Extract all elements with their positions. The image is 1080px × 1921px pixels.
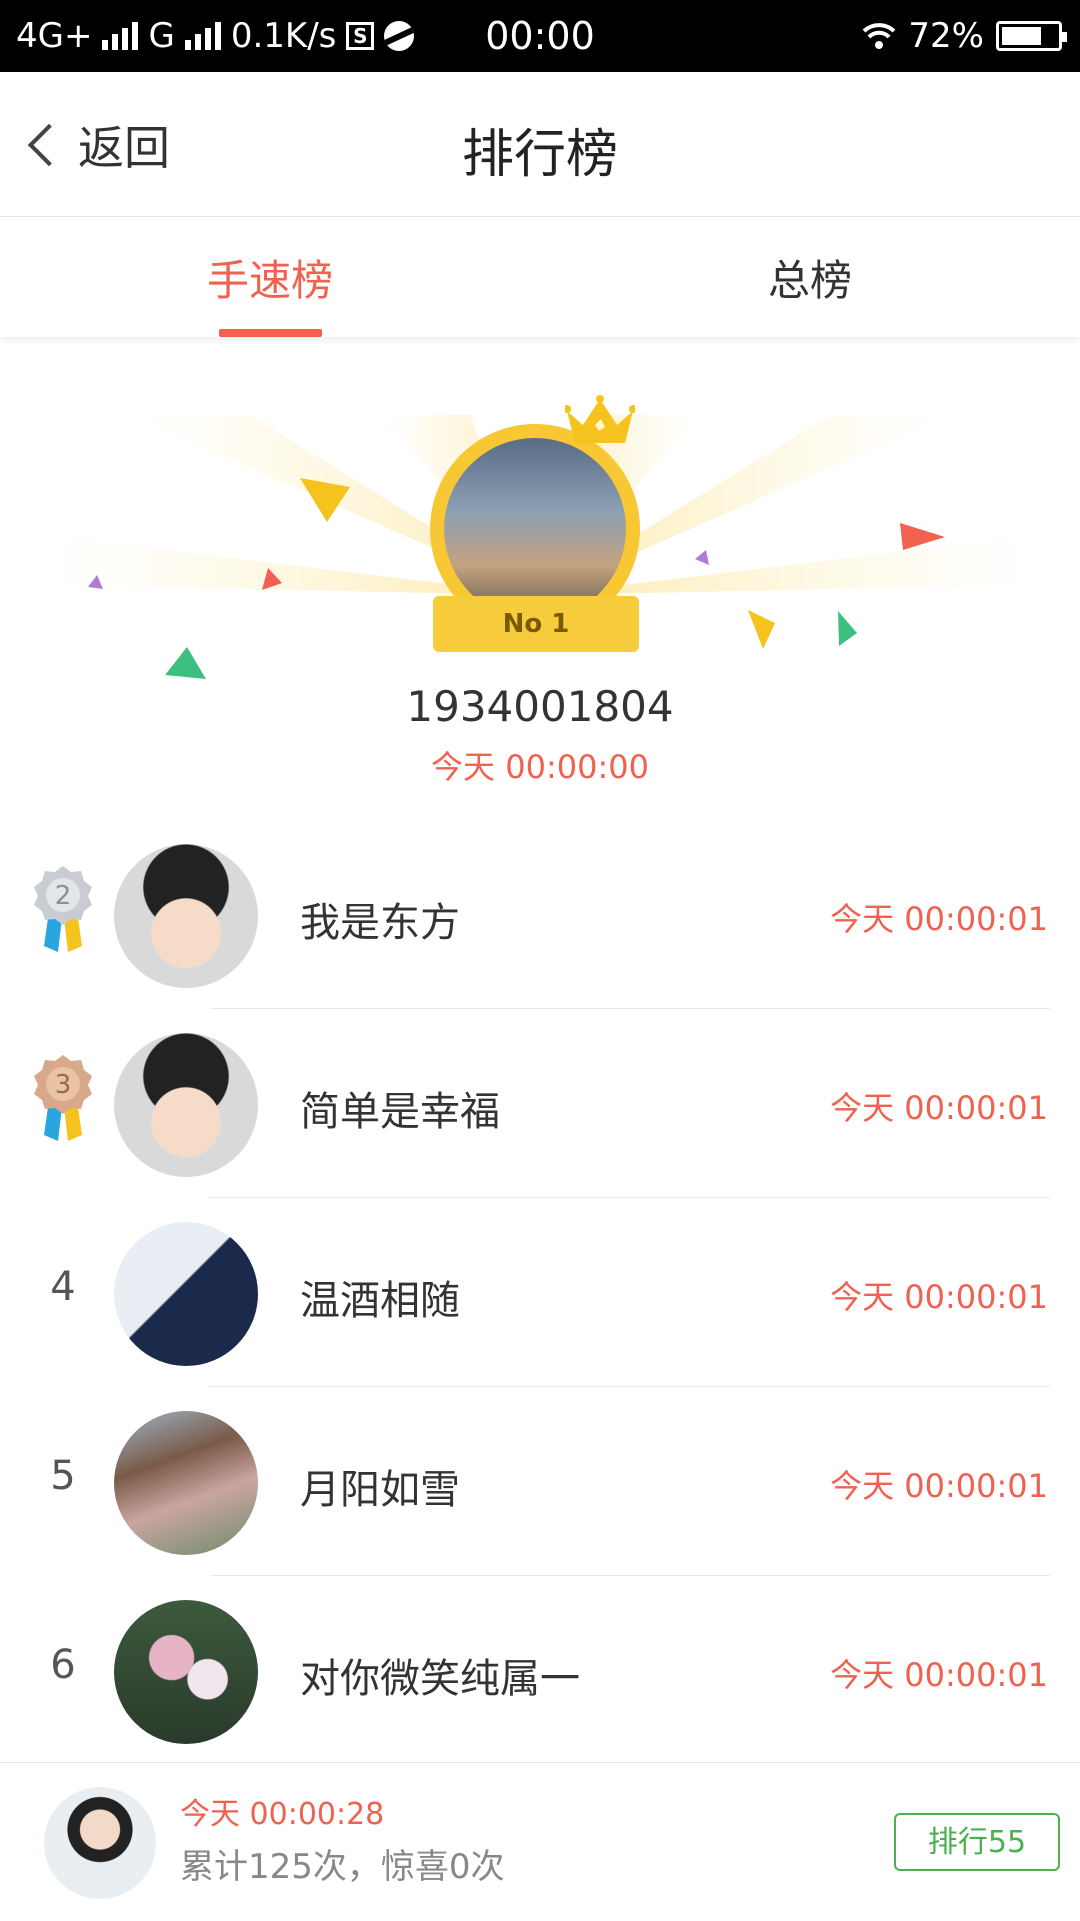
rank-number: 5 — [50, 1453, 76, 1499]
user-avatar[interactable] — [114, 1222, 258, 1366]
user-avatar[interactable] — [114, 844, 258, 988]
list-item[interactable]: 2 我是东方 今天 00:00:01 — [0, 820, 1080, 1009]
list-item[interactable]: 6 对你微笑纯属一 今天 00:00:01 — [0, 1576, 1080, 1765]
user-time: 今天 00:00:01 — [830, 1656, 1048, 1694]
winner-name: 1934001804 — [406, 682, 674, 731]
tab-overall-ranking[interactable]: 总榜 — [540, 247, 1080, 308]
confetti-icon — [695, 550, 709, 565]
status-right: 72% — [862, 16, 1067, 56]
bronze-medal-icon: 3 — [34, 1055, 92, 1141]
nav-bar: 返回 排行榜 — [0, 72, 1080, 217]
user-name: 对你微笑纯属一 — [300, 1656, 580, 1702]
user-avatar[interactable] — [114, 1033, 258, 1177]
active-tab-indicator — [219, 329, 322, 337]
confetti-icon — [838, 611, 857, 646]
winner-avatar-image — [444, 438, 626, 620]
user-time: 今天 00:00:01 — [830, 1278, 1048, 1316]
silver-medal-icon: 2 — [34, 866, 92, 952]
battery-icon — [996, 21, 1067, 51]
confetti-icon — [748, 610, 775, 649]
status-bar: 4G+ G 0.1K/s S 00:00 72% — [0, 0, 1080, 72]
svg-text:2: 2 — [55, 881, 72, 911]
user-time: 今天 00:00:01 — [830, 1089, 1048, 1127]
my-time: 今天 00:00:28 — [180, 1797, 385, 1832]
my-rank-button[interactable]: 排行55 — [894, 1813, 1060, 1871]
tab-speed-ranking[interactable]: 手速榜 — [0, 247, 540, 308]
list-item[interactable]: 5 月阳如雪 今天 00:00:01 — [0, 1387, 1080, 1576]
user-name: 温酒相随 — [300, 1278, 460, 1324]
wifi-icon — [863, 23, 896, 49]
crown-icon — [565, 395, 635, 443]
list-item[interactable]: 3 简单是幸福 今天 00:00:01 — [0, 1009, 1080, 1198]
rank-number: 4 — [50, 1264, 76, 1310]
user-name: 简单是幸福 — [300, 1089, 500, 1135]
my-stats-bar: 今天 00:00:28 累计125次，惊喜0次 排行55 — [0, 1762, 1080, 1921]
ranking-list: 2 我是东方 今天 00:00:01 3 简单是幸福 今天 00:00:01 4… — [0, 820, 1080, 1765]
user-time: 今天 00:00:01 — [830, 1467, 1048, 1505]
my-avatar[interactable] — [44, 1787, 156, 1899]
user-name: 月阳如雪 — [300, 1467, 460, 1513]
first-place-badge: No 1 — [433, 596, 639, 652]
tab-bar: 手速榜 总榜 — [0, 217, 1080, 337]
confetti-icon — [900, 523, 945, 550]
user-time: 今天 00:00:01 — [830, 900, 1048, 938]
winner-time: 今天 00:00:00 — [431, 748, 649, 786]
user-name: 我是东方 — [300, 900, 460, 946]
page-title: 排行榜 — [461, 125, 618, 185]
list-item[interactable]: 4 温酒相随 今天 00:00:01 — [0, 1198, 1080, 1387]
svg-text:3: 3 — [55, 1070, 72, 1100]
user-avatar[interactable] — [114, 1411, 258, 1555]
rank-number: 6 — [50, 1642, 76, 1688]
user-avatar[interactable] — [114, 1600, 258, 1744]
battery-percent: 72% — [908, 16, 984, 56]
my-summary: 累计125次，惊喜0次 — [180, 1847, 505, 1887]
confetti-icon — [165, 647, 206, 679]
